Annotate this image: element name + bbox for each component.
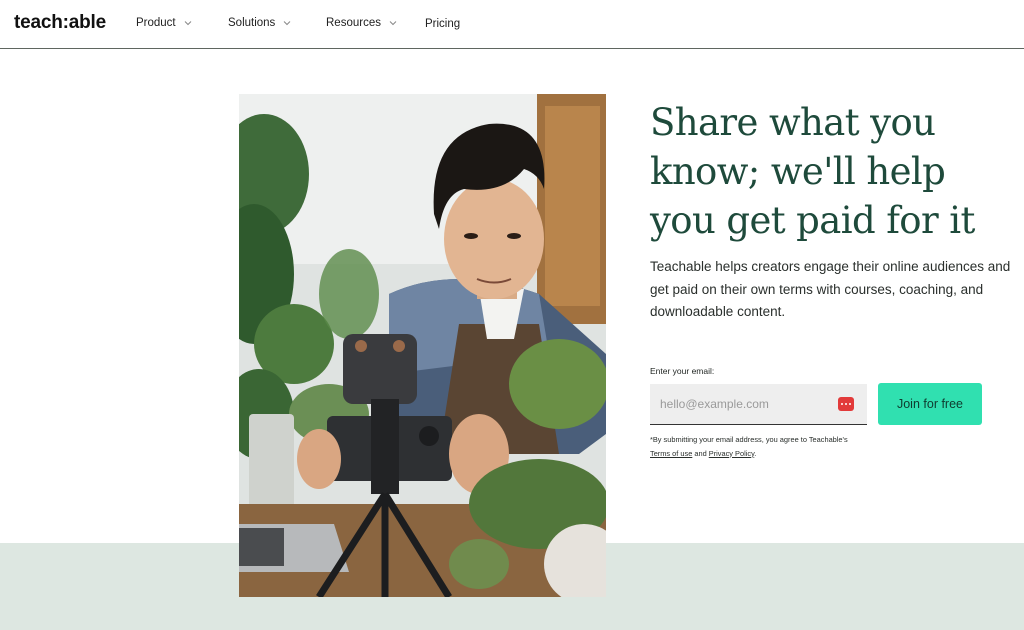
disclaimer-text: *By submitting your email address, you a… (650, 435, 848, 444)
hero-description: Teachable helps creators engage their on… (650, 259, 1011, 319)
chevron-down-icon (283, 21, 291, 26)
nav-item-label: Pricing (425, 18, 461, 30)
email-disclaimer: *By submitting your email address, you a… (650, 433, 865, 460)
email-label: Enter your email: (650, 366, 715, 376)
creator-filming-illustration (239, 94, 606, 597)
nav-item-product[interactable]: Product (136, 17, 193, 29)
join-for-free-button[interactable]: Join for free (878, 383, 982, 425)
disclaimer-conjunction: and (692, 448, 709, 458)
hero-photo (239, 94, 606, 597)
disclaimer-end: . (754, 448, 757, 458)
nav-item-label: Product (136, 17, 176, 29)
terms-of-use-link[interactable]: Terms of use (650, 449, 692, 458)
email-input[interactable] (650, 384, 867, 425)
nav-item-solutions[interactable]: Solutions (228, 17, 292, 29)
nav-item-resources[interactable]: Resources (326, 17, 398, 29)
chevron-down-icon (389, 21, 397, 26)
privacy-policy-link[interactable]: Privacy Policy (709, 449, 754, 458)
password-manager-icon[interactable] (838, 397, 854, 411)
nav-item-label: Solutions (228, 17, 276, 29)
hero-title: Share what you know; we'll help you get … (650, 101, 975, 242)
top-navbar: teach:able Product Solutions Resources P… (0, 0, 1024, 49)
nav-item-label: Resources (326, 17, 381, 29)
chevron-down-icon (184, 21, 191, 26)
nav-item-pricing[interactable]: Pricing (425, 18, 460, 30)
teachable-logo[interactable]: teach:able (14, 12, 106, 34)
